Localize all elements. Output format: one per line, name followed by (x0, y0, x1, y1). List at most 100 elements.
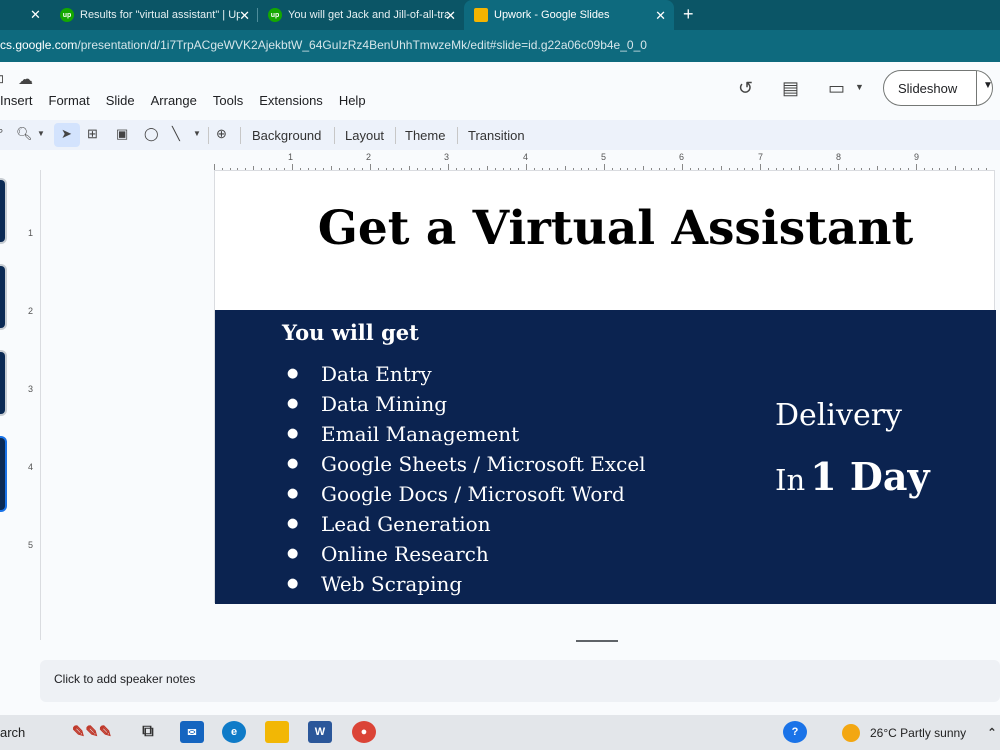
tab-title: Results for "virtual assistant" | Up (80, 9, 240, 21)
list-item: Data Entry (287, 359, 646, 389)
layout-button[interactable]: Layout (345, 128, 384, 143)
menu-tools[interactable]: Tools (213, 93, 243, 108)
chevron-down-icon[interactable]: ▼ (37, 129, 45, 138)
taskbar-search-label[interactable]: arch (0, 725, 25, 740)
weather-text: 26°C Partly sunny (870, 726, 967, 740)
transition-button[interactable]: Transition (468, 128, 525, 143)
chevron-down-icon[interactable]: ▼ (855, 82, 864, 92)
background-button[interactable]: Background (252, 128, 321, 143)
horizontal-ruler[interactable]: 1 2 3 4 5 6 7 8 9 (214, 152, 1000, 170)
list-item: Web Scraping (287, 569, 646, 599)
url-host: cs.google.com (0, 38, 78, 52)
chrome-icon[interactable]: ● (352, 721, 376, 743)
menu-extensions[interactable]: Extensions (259, 93, 323, 108)
ruler-number: 3 (444, 152, 450, 162)
mail-icon[interactable]: ✉ (180, 721, 204, 743)
slide-content-panel[interactable]: You will get Data Entry Data Mining Emai… (215, 310, 996, 604)
browser-tab-active[interactable]: Upwork - Google Slides ✕ (464, 0, 674, 30)
slide-canvas[interactable]: Get a Virtual Assistant You will get Dat… (214, 170, 996, 604)
list-item: Email Management (287, 419, 646, 449)
weather-widget[interactable]: 26°C Partly sunny (842, 724, 966, 742)
slide-thumbnail-active[interactable] (0, 436, 7, 512)
zoom-icon[interactable]: 🔍︎ (16, 126, 33, 142)
tab-title: Upwork - Google Slides (494, 9, 610, 21)
list-item: Google Docs / Microsoft Word (287, 479, 646, 509)
delivery-days-value: 1 Day (810, 454, 930, 499)
ruler-number: 2 (366, 152, 372, 162)
ruler-number: 5 (28, 540, 34, 550)
menu-arrange[interactable]: Arrange (151, 93, 197, 108)
ruler-number: 1 (28, 228, 34, 238)
url-text[interactable]: cs.google.com/presentation/d/1i7TrpACgeW… (0, 38, 647, 52)
ruler-number: 4 (523, 152, 529, 162)
shape-icon[interactable]: ◯ (144, 126, 159, 142)
chevron-up-icon[interactable]: ⌃ (980, 721, 1000, 743)
menu-bar: Insert Format Slide Arrange Tools Extens… (0, 93, 382, 108)
partly-sunny-icon (842, 724, 860, 742)
file-explorer-icon[interactable] (265, 721, 289, 743)
new-tab-icon[interactable]: + (683, 4, 694, 25)
close-tab-icon[interactable]: ✕ (30, 7, 41, 23)
text-box-icon[interactable]: ⊞ (87, 126, 98, 142)
more-icon[interactable]: ° (0, 126, 3, 141)
help-icon[interactable]: ? (783, 721, 807, 743)
vertical-ruler[interactable]: 1 2 3 4 5 (24, 170, 41, 640)
slide-title[interactable]: Get a Virtual Assistant (215, 201, 996, 256)
browser-tab-2[interactable]: up You will get Jack and Jill-of-all-tra… (258, 0, 464, 30)
browser-tab-1[interactable]: up Results for "virtual assistant" | Up … (50, 0, 258, 30)
ruler-number: 2 (28, 306, 34, 316)
ruler-number: 5 (601, 152, 607, 162)
slide-filmstrip (0, 170, 20, 650)
chevron-down-icon[interactable]: ▼ (983, 80, 993, 91)
ruler-number: 7 (758, 152, 764, 162)
ruler-number: 4 (28, 462, 34, 472)
image-icon[interactable]: ▣ (116, 126, 128, 142)
delivery-value[interactable]: In 1 Day (775, 454, 930, 499)
menu-slide[interactable]: Slide (106, 93, 135, 108)
ruler-number: 9 (914, 152, 920, 162)
list-item: Online Research (287, 539, 646, 569)
meet-camera-icon[interactable]: ▭ (828, 78, 845, 99)
list-item: Google Sheets / Microsoft Excel (287, 449, 646, 479)
services-list[interactable]: Data Entry Data Mining Email Management … (287, 359, 646, 599)
theme-button[interactable]: Theme (405, 128, 445, 143)
ruler-number: 8 (836, 152, 842, 162)
menu-help[interactable]: Help (339, 93, 366, 108)
speaker-notes-placeholder: Click to add speaker notes (54, 672, 196, 686)
delivery-label[interactable]: Delivery (775, 398, 902, 433)
cloud-status-icon[interactable]: ☁ (18, 70, 33, 88)
move-icon[interactable]: ⊡ (0, 72, 4, 86)
toolbar: ° 🔍︎ ▼ ➤ ⊞ ▣ ◯ ╲ ▼ ⊕ Background Layout T… (0, 120, 1000, 150)
line-icon[interactable]: ╲ (172, 126, 180, 142)
comments-icon[interactable]: ▤ (782, 78, 799, 99)
upwork-favicon-icon: up (60, 8, 74, 22)
browser-tab-bar: ✕ up Results for "virtual assistant" | U… (0, 0, 1000, 30)
chevron-down-icon[interactable]: ▼ (193, 129, 201, 138)
address-bar[interactable]: cs.google.com/presentation/d/1i7TrpACgeW… (0, 30, 1000, 62)
task-view-icon[interactable]: ⧉ (136, 721, 160, 743)
version-history-icon[interactable]: ↺ (738, 78, 753, 99)
list-item: Data Mining (287, 389, 646, 419)
close-tab-icon[interactable]: ✕ (655, 8, 666, 24)
word-icon[interactable]: W (308, 721, 332, 743)
add-comment-icon[interactable]: ⊕ (216, 126, 227, 142)
ruler-number: 3 (28, 384, 34, 394)
slides-favicon-icon (474, 8, 488, 22)
slideshow-label: Slideshow (898, 80, 958, 96)
slideshow-button[interactable]: Slideshow ▼ (883, 70, 993, 106)
slide-thumbnail[interactable] (0, 264, 7, 330)
close-tab-icon[interactable]: ✕ (239, 8, 250, 24)
menu-format[interactable]: Format (49, 93, 90, 108)
upwork-favicon-icon: up (268, 8, 282, 22)
list-item: Lead Generation (287, 509, 646, 539)
panel-heading[interactable]: You will get (282, 320, 419, 345)
panel-resize-handle[interactable] (576, 640, 618, 642)
edge-browser-icon[interactable]: e (222, 721, 246, 743)
slide-thumbnail[interactable] (0, 350, 7, 416)
search-highlight-icon[interactable]: ✎✎✎ (64, 721, 120, 743)
slide-thumbnail[interactable] (0, 178, 7, 244)
close-tab-icon[interactable]: ✕ (445, 8, 456, 24)
speaker-notes[interactable]: Click to add speaker notes (40, 660, 1000, 702)
menu-insert[interactable]: Insert (0, 93, 33, 108)
cursor-icon[interactable]: ➤ (61, 126, 72, 142)
